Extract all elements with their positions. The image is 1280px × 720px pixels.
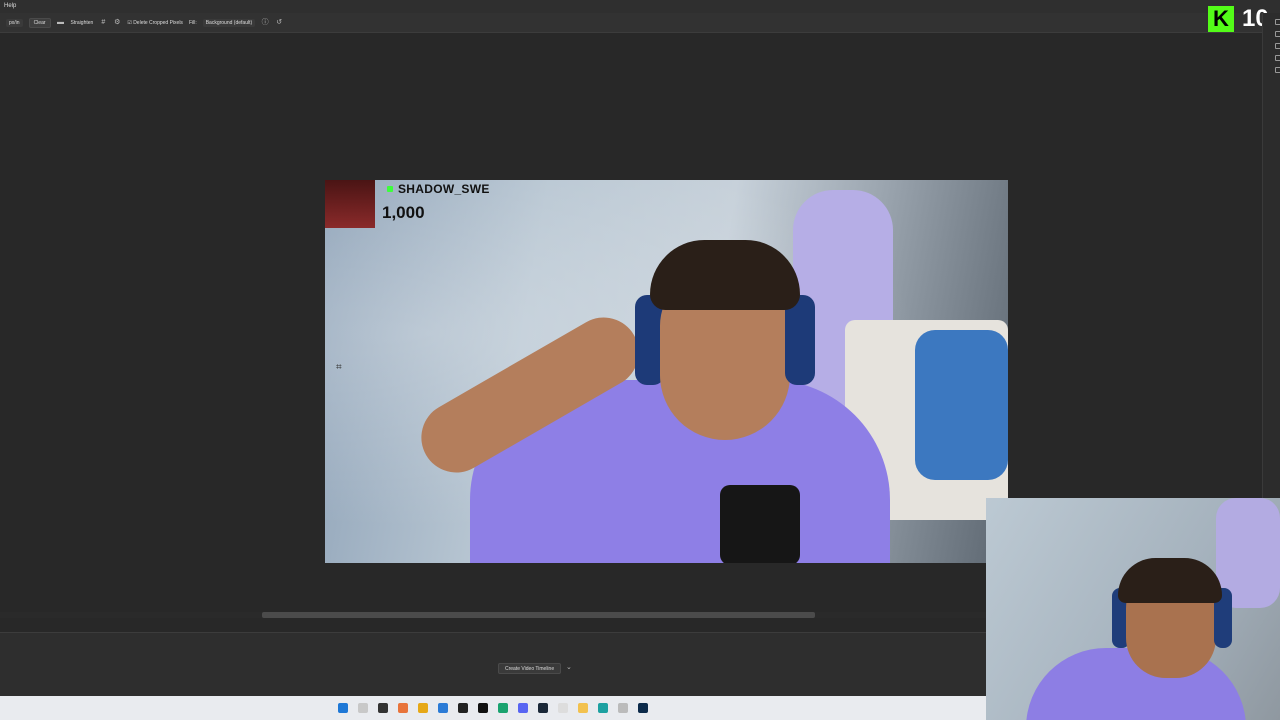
menu-bar: Help [0, 0, 1280, 13]
gear-icon[interactable]: ⚙ [113, 19, 121, 27]
photoshop-icon[interactable] [638, 703, 648, 713]
live-dot-icon [387, 186, 393, 192]
panel-icon[interactable] [1275, 19, 1280, 25]
browser-icon[interactable] [598, 703, 608, 713]
follower-alert: SHADOW_SWE 1,000 [325, 180, 505, 228]
app-icon[interactable] [398, 703, 408, 713]
crop-cursor-icon: ⌗ [336, 362, 342, 373]
options-bar: px/in Clear ▬ Straighten # ⚙ ☑ Delete Cr… [0, 13, 1280, 33]
stream-brand: K 10 [1208, 4, 1269, 34]
webcam-overlay [986, 498, 1280, 720]
scroll-thumb[interactable] [262, 612, 815, 618]
settings-icon[interactable] [618, 703, 628, 713]
chevron-down-icon[interactable]: ⌄ [566, 663, 572, 671]
search-icon[interactable] [358, 703, 368, 713]
app-icon[interactable] [498, 703, 508, 713]
blanket [915, 330, 1008, 480]
delete-cropped-label: Delete Cropped Pixels [133, 19, 183, 26]
hair [650, 240, 800, 310]
panel-icon[interactable] [1275, 55, 1280, 61]
timeline-panel: Create Video Timeline ⌄ [0, 632, 986, 696]
microphone [720, 485, 800, 563]
create-video-timeline-button[interactable]: Create Video Timeline [498, 663, 562, 674]
menu-help[interactable]: Help [4, 3, 16, 9]
kick-logo-icon: K [1208, 6, 1234, 32]
app-icon[interactable] [458, 703, 468, 713]
taskbar [0, 696, 986, 720]
info-icon[interactable]: ⓘ [261, 19, 269, 27]
alert-avatar [325, 180, 375, 228]
fill-label: Fill: [188, 19, 197, 26]
alert-username: SHADOW_SWE [398, 182, 490, 196]
task-view-icon[interactable] [378, 703, 388, 713]
discord-icon[interactable] [518, 703, 528, 713]
steam-icon[interactable] [538, 703, 548, 713]
windows-start-icon[interactable] [338, 703, 348, 713]
panel-icon[interactable] [1275, 31, 1280, 37]
delete-cropped-checkbox[interactable]: ☑ Delete Cropped Pixels [127, 20, 183, 26]
app-icon[interactable] [558, 703, 568, 713]
horizontal-scrollbar[interactable] [0, 612, 986, 618]
panel-icon[interactable] [1275, 67, 1280, 73]
folder-icon[interactable] [578, 703, 588, 713]
straighten-icon: ▬ [57, 18, 65, 26]
straighten-button[interactable]: Straighten [71, 20, 94, 26]
grid-overlay-icon[interactable]: # [99, 19, 107, 27]
clear-button[interactable]: Clear [28, 17, 51, 28]
alert-count: 1,000 [382, 203, 425, 222]
panel-icon[interactable] [1275, 43, 1280, 49]
vscode-icon[interactable] [438, 703, 448, 713]
person-saluting [408, 240, 890, 563]
document-canvas[interactable]: SHADOW_SWE 1,000 [325, 180, 1008, 563]
hair [1118, 558, 1222, 603]
fill-select[interactable]: Background (default) [202, 18, 256, 27]
ratio-select[interactable]: px/in [6, 18, 23, 27]
app-icon[interactable] [418, 703, 428, 713]
reset-icon[interactable]: ↺ [275, 19, 283, 27]
app-icon[interactable] [478, 703, 488, 713]
